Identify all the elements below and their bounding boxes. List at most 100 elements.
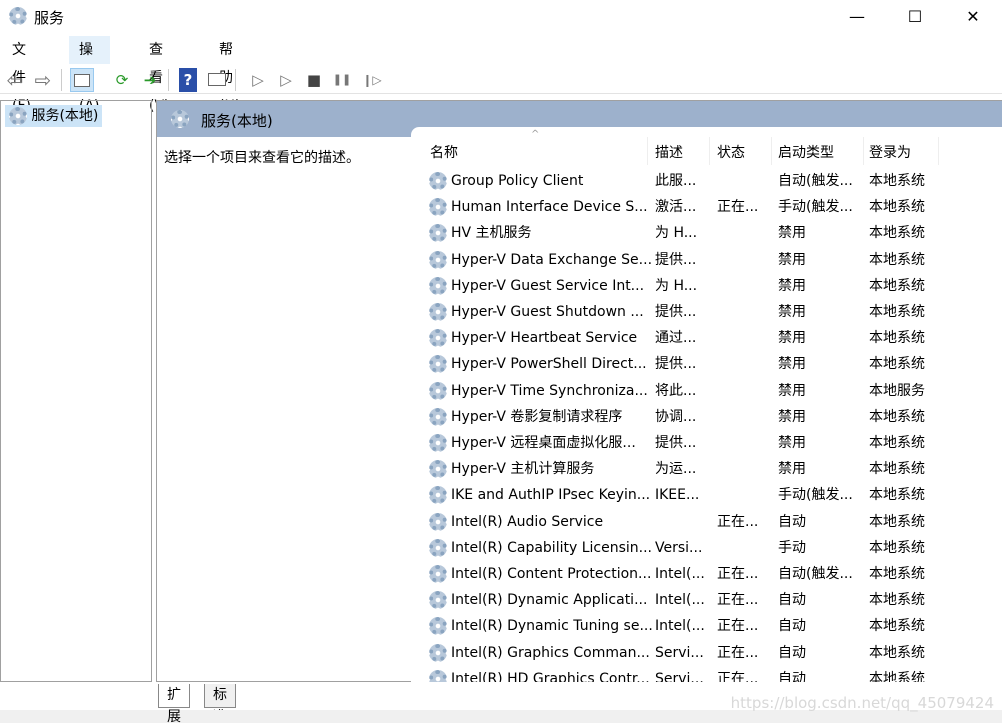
- service-row[interactable]: Hyper-V PowerShell Direct... 提供... 禁用 本地系统: [411, 351, 981, 377]
- menu-view[interactable]: 查看(V): [139, 36, 180, 114]
- cell-status: 正在...: [717, 566, 759, 582]
- separator: [168, 69, 169, 91]
- service-gear-icon: [429, 276, 447, 295]
- show-action-pane-button[interactable]: [205, 68, 229, 92]
- action-pane-icon: [208, 73, 226, 86]
- menu-action[interactable]: 操作(A): [69, 36, 110, 114]
- cell-description: 将此...: [655, 382, 697, 399]
- cell-startup-type: 禁用: [778, 304, 806, 320]
- help-button[interactable]: ?: [179, 68, 197, 92]
- title-bar: 服务 — ☐ ✕: [0, 0, 1002, 34]
- column-header-status[interactable]: 状态: [717, 142, 745, 162]
- cell-name: Intel(R) Capability Licensin...: [451, 539, 652, 556]
- cell-description: 为运...: [655, 461, 697, 478]
- service-row[interactable]: Group Policy Client 此服... 自动(触发... 本地系统: [411, 168, 981, 194]
- service-row[interactable]: Human Interface Device S... 激活... 正在... 手动(…: [411, 194, 981, 220]
- refresh-button[interactable]: ⟳: [110, 68, 134, 92]
- service-row[interactable]: IKE and AuthIP IPsec Keyin... IKEE... 手动(触…: [411, 482, 981, 508]
- pause-service-button[interactable]: ❚❚: [330, 68, 354, 92]
- service-row[interactable]: Hyper-V Heartbeat Service 通过... 禁用 本地系统: [411, 325, 981, 351]
- service-row[interactable]: Intel(R) Dynamic Tuning se... Intel(... 正在…: [411, 613, 981, 639]
- cell-name: Hyper-V 远程桌面虚拟化服...: [451, 435, 636, 451]
- cell-name: Intel(R) Dynamic Tuning se...: [451, 618, 653, 635]
- watermark: https://blog.csdn.net/qq_45079424: [730, 694, 994, 712]
- column-header-name[interactable]: 名称: [430, 142, 458, 162]
- maximize-button[interactable]: ☐: [892, 0, 938, 34]
- service-gear-icon: [429, 512, 447, 531]
- cell-log-on-as: 本地系统: [869, 408, 925, 425]
- service-gear-icon: [429, 329, 447, 348]
- export-icon: ➔: [143, 71, 157, 89]
- tab-extended[interactable]: 扩展: [158, 684, 190, 725]
- cell-name: Hyper-V Guest Shutdown ...: [451, 304, 644, 320]
- service-row[interactable]: Hyper-V Guest Shutdown ... 提供... 禁用 本地系统: [411, 299, 981, 325]
- column-header-description[interactable]: 描述: [655, 142, 683, 162]
- cell-description: Servi...: [655, 644, 704, 661]
- service-gear-icon: [429, 407, 447, 426]
- service-row[interactable]: Intel(R) Capability Licensin... Versi... 手…: [411, 535, 981, 561]
- cell-description: 此服...: [655, 173, 697, 189]
- service-gear-icon: [429, 172, 447, 190]
- service-gear-icon: [429, 538, 447, 557]
- cell-startup-type: 自动(触发...: [778, 566, 853, 582]
- cell-status: 正在...: [717, 644, 759, 661]
- service-row[interactable]: Hyper-V Guest Service Int... 为 H... 禁用 本地系统: [411, 273, 981, 299]
- cell-name: Intel(R) Dynamic Applicati...: [451, 592, 648, 609]
- service-row[interactable]: Hyper-V Time Synchroniza... 将此... 禁用 本地服务: [411, 378, 981, 404]
- cell-startup-type: 手动(触发...: [778, 199, 853, 216]
- service-row[interactable]: Intel(R) Graphics Comman... Servi... 正在...…: [411, 640, 981, 666]
- cell-status: 正在...: [717, 199, 759, 216]
- cell-startup-type: 禁用: [778, 225, 806, 242]
- close-button[interactable]: ✕: [950, 0, 996, 34]
- cell-description: 提供...: [655, 435, 697, 451]
- window-title: 服务: [34, 9, 65, 27]
- cell-log-on-as: 本地系统: [869, 225, 925, 242]
- column-header-startup-type[interactable]: 启动类型: [778, 142, 834, 162]
- service-row[interactable]: Intel(R) Content Protection... Intel(... 正…: [411, 561, 981, 587]
- show-hide-console-tree-button[interactable]: [70, 68, 94, 92]
- forward-button[interactable]: ⇨: [31, 68, 55, 92]
- cell-startup-type: 禁用: [778, 277, 806, 294]
- export-list-button[interactable]: ➔: [138, 68, 162, 92]
- menu-file[interactable]: 文件(F): [2, 36, 41, 114]
- stop-service-button[interactable]: ■: [302, 68, 326, 92]
- service-row[interactable]: Hyper-V 主机计算服务 为运... 禁用 本地系统: [411, 456, 981, 482]
- cell-name: Group Policy Client: [451, 173, 584, 189]
- column-header-log-on-as[interactable]: 登录为: [869, 142, 911, 162]
- start-service-button[interactable]: ▷: [246, 68, 270, 92]
- cell-log-on-as: 本地系统: [869, 539, 925, 556]
- cell-startup-type: 自动: [778, 644, 806, 661]
- cell-startup-type: 禁用: [778, 356, 806, 373]
- back-button[interactable]: ⇦: [3, 68, 27, 92]
- services-gear-icon: [9, 7, 27, 25]
- cell-startup-type: 自动: [778, 618, 806, 635]
- cell-log-on-as: 本地系统: [869, 461, 925, 478]
- service-row[interactable]: Hyper-V Data Exchange Se... 提供... 禁用 本地系统: [411, 247, 981, 273]
- service-row[interactable]: HV 主机服务 为 H... 禁用 本地系统: [411, 220, 981, 246]
- cell-startup-type: 自动: [778, 513, 806, 530]
- service-gear-icon: [429, 643, 447, 662]
- cell-startup-type: 手动: [778, 539, 806, 556]
- service-row[interactable]: Intel(R) HD Graphics Contr... Servi... 正在.…: [411, 666, 981, 682]
- service-row[interactable]: Hyper-V 远程桌面虚拟化服... 提供... 禁用 本地系统: [411, 430, 981, 456]
- cell-log-on-as: 本地系统: [869, 251, 925, 268]
- menu-help[interactable]: 帮助(H): [209, 36, 250, 114]
- start-service-alt-button[interactable]: ▷: [274, 68, 298, 92]
- cell-description: 为 H...: [655, 225, 698, 242]
- cell-name: Intel(R) Audio Service: [451, 513, 604, 530]
- tab-standard[interactable]: 标准: [204, 684, 236, 725]
- service-row[interactable]: Intel(R) Dynamic Applicati... Intel(... 正在…: [411, 587, 981, 613]
- cell-name: Hyper-V 卷影复制请求程序: [451, 408, 623, 425]
- refresh-icon: ⟳: [115, 71, 129, 89]
- service-row[interactable]: Hyper-V 卷影复制请求程序 协调... 禁用 本地系统: [411, 404, 981, 430]
- restart-service-button[interactable]: ❙▷: [360, 68, 384, 92]
- cell-log-on-as: 本地系统: [869, 487, 925, 504]
- cell-log-on-as: 本地系统: [869, 277, 925, 294]
- cell-startup-type: 自动: [778, 670, 806, 682]
- cell-name: HV 主机服务: [451, 225, 532, 242]
- minimize-button[interactable]: —: [834, 0, 880, 34]
- cell-description: 提供...: [655, 251, 697, 268]
- tree-item-services-local[interactable]: 服务(本地): [5, 105, 103, 127]
- cell-log-on-as: 本地系统: [869, 566, 925, 582]
- service-row[interactable]: Intel(R) Audio Service 正在... 自动 本地系统: [411, 509, 981, 535]
